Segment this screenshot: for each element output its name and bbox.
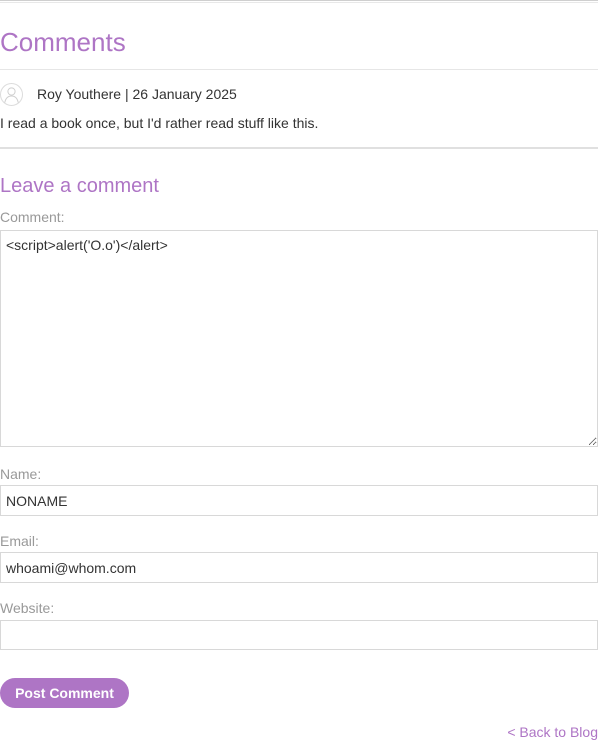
comment-meta-separator: | xyxy=(124,86,129,102)
comment-form-divider xyxy=(0,147,598,149)
user-avatar-icon xyxy=(0,83,23,106)
website-label: Website: xyxy=(0,600,55,616)
website-input[interactable] xyxy=(0,620,598,650)
comment-textarea[interactable]: <script>alert('O.o')</alert> xyxy=(0,230,598,447)
top-divider xyxy=(0,0,598,3)
email-input[interactable] xyxy=(0,552,598,583)
comment-meta: Roy Youthere | 26 January 2025 xyxy=(37,86,237,102)
back-to-blog-link[interactable]: < Back to Blog xyxy=(507,724,598,740)
name-label: Name: xyxy=(0,466,42,482)
name-input[interactable] xyxy=(0,485,598,516)
comment-date: 26 January 2025 xyxy=(132,86,237,102)
leave-comment-heading: Leave a comment xyxy=(0,175,159,197)
comments-divider xyxy=(0,69,598,70)
comments-heading: Comments xyxy=(0,27,126,57)
comment-body: I read a book once, but I'd rather read … xyxy=(0,115,319,131)
post-comment-button[interactable]: Post Comment xyxy=(0,678,129,708)
comment-label: Comment: xyxy=(0,209,65,225)
comment-author: Roy Youthere xyxy=(37,86,122,102)
email-label: Email: xyxy=(0,533,39,549)
